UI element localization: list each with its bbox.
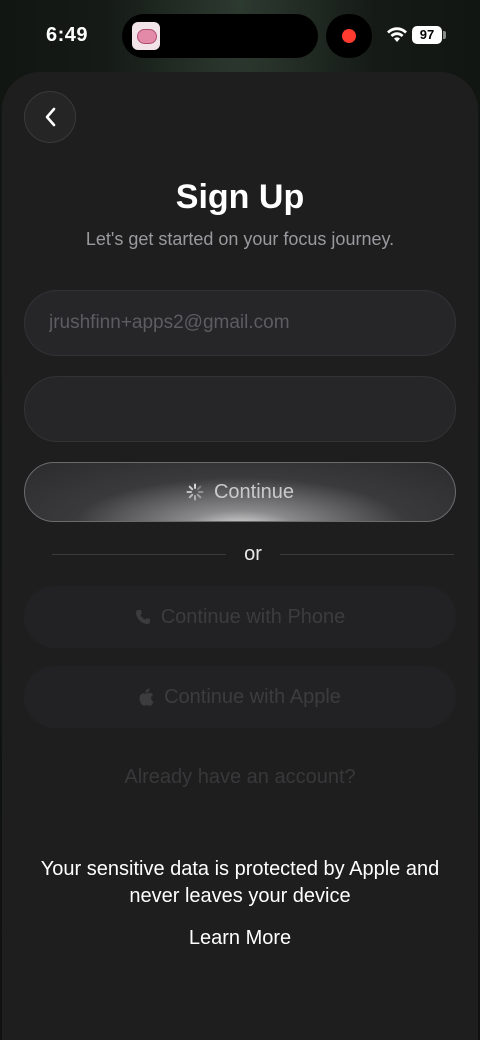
back-chevron-icon [45, 107, 56, 127]
phone-icon [135, 610, 150, 624]
divider-text: or [244, 542, 262, 565]
spinner-icon [186, 483, 204, 501]
back-button[interactable] [24, 91, 76, 143]
status-bar: 6:49 97 [0, 0, 480, 72]
or-divider: or [52, 542, 455, 566]
apple-button-label: Continue with Apple [164, 685, 341, 708]
continue-label: Continue [213, 480, 295, 503]
phone-button-label: Continue with Phone [160, 605, 346, 628]
email-field[interactable] [24, 290, 456, 356]
divider-line-right [279, 553, 455, 555]
battery-tip [443, 31, 446, 39]
status-time: 6:49 [46, 24, 89, 46]
page-title: Sign Up [175, 178, 305, 216]
continue-with-phone-button[interactable]: Continue with Phone [24, 586, 456, 648]
apple-icon [139, 688, 154, 706]
screen-recording-indicator[interactable] [326, 14, 372, 58]
signup-screen: 6:49 97 Sign Up Let's get started on you… [0, 0, 480, 1040]
app-brain-icon [132, 22, 160, 50]
learn-more-link[interactable]: Learn More [0, 927, 480, 950]
battery-indicator: 97 [412, 26, 442, 44]
divider-line-left [52, 553, 227, 555]
dynamic-island[interactable] [122, 14, 318, 58]
continue-with-apple-button[interactable]: Continue with Apple [24, 666, 456, 728]
page-subtitle: Let's get started on your focus journey. [85, 229, 395, 249]
continue-button[interactable]: Continue [24, 462, 456, 522]
already-have-account-link[interactable]: Already have an account? [0, 766, 480, 789]
privacy-notice: Your sensitive data is protected by Appl… [40, 858, 440, 907]
record-dot-icon [342, 29, 356, 43]
wifi-icon [387, 27, 407, 42]
password-field[interactable] [24, 376, 456, 442]
